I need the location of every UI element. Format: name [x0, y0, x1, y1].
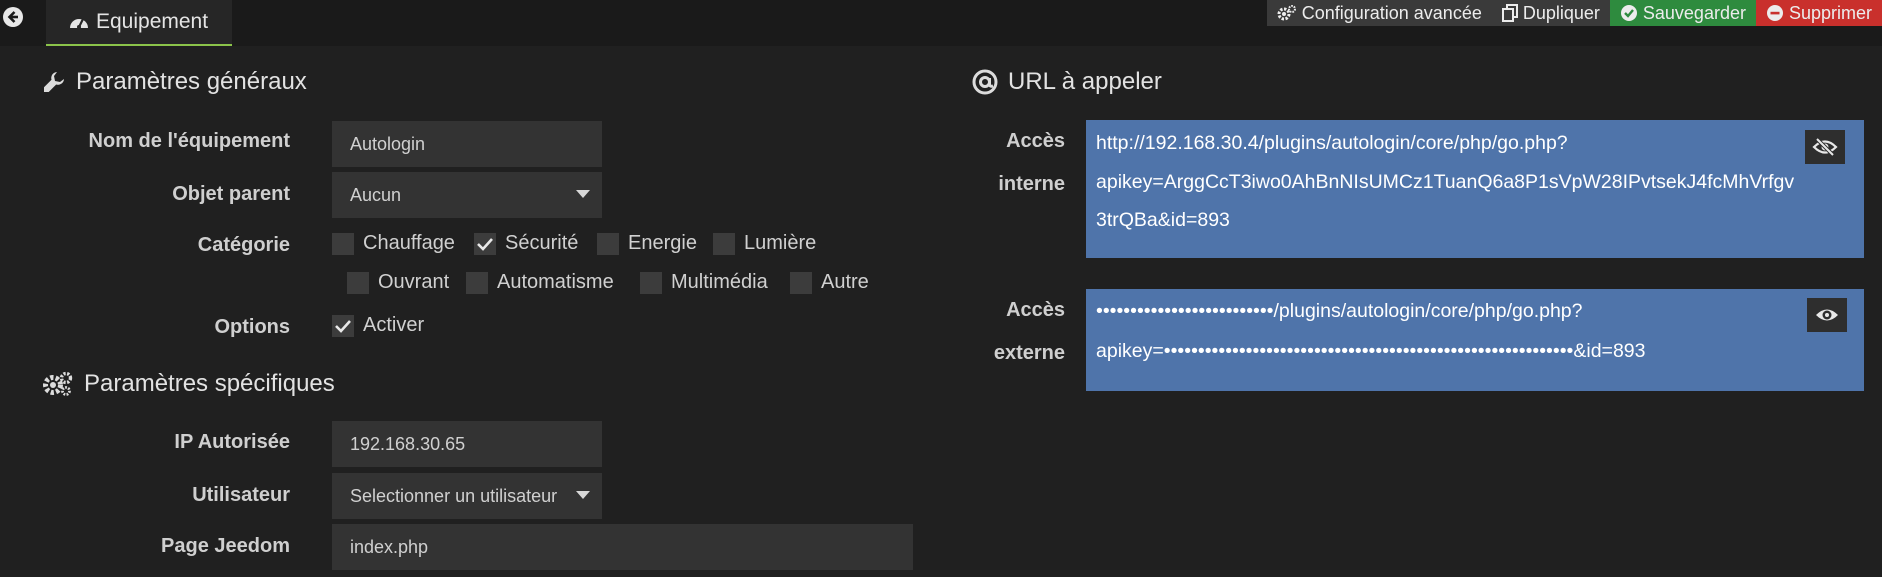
checkbox-box — [597, 232, 619, 255]
category-energie-checkbox[interactable]: Energie — [597, 232, 697, 255]
check-circle-icon — [1620, 5, 1637, 21]
parent-label: Objet parent — [172, 183, 290, 205]
category-automatisme-checkbox[interactable]: Automatisme — [466, 271, 614, 294]
general-section-title: Paramètres généraux — [42, 68, 307, 96]
name-input[interactable]: Autologin — [332, 121, 602, 167]
category-ouvrant-checkbox[interactable]: Ouvrant — [347, 271, 449, 294]
advanced-config-button[interactable]: Configuration avancée — [1266, 0, 1492, 26]
page-label: Page Jeedom — [161, 535, 290, 557]
external-url-line2: apikey=•••••••••••••••••••••••••••••••••… — [1096, 340, 1646, 362]
at-icon — [972, 69, 998, 95]
checkbox-box — [474, 232, 496, 255]
activate-checkbox[interactable]: Activer — [332, 314, 424, 337]
arrow-circle-left-icon — [3, 7, 23, 27]
duplicate-button[interactable]: Dupliquer — [1491, 0, 1610, 26]
page-value: index.php — [350, 536, 429, 557]
checkbox-box — [332, 314, 354, 337]
duplicate-label: Dupliquer — [1522, 2, 1600, 23]
save-button[interactable]: Sauvegarder — [1609, 0, 1756, 26]
checkbox-box — [713, 232, 735, 255]
cogs-icon — [43, 371, 73, 396]
internal-url-line2: apikey=ArggCcT3iwo0AhBnNIsUMCz1TuanQ6a8P… — [1096, 170, 1795, 193]
name-value: Autologin — [350, 133, 426, 154]
category-chauffage-checkbox[interactable]: Chauffage — [332, 232, 455, 255]
ip-label: IP Autorisée — [174, 431, 290, 453]
category-label: Catégorie — [197, 234, 290, 256]
check-icon — [335, 319, 351, 333]
tachometer-icon — [70, 18, 88, 29]
tab-equipement[interactable]: Equipement — [46, 0, 232, 46]
options-label: Options — [214, 316, 290, 338]
wrench-icon — [44, 72, 64, 92]
user-select[interactable]: Selectionner un utilisateur — [332, 473, 602, 519]
caret-down-icon — [576, 491, 590, 499]
external-url-box[interactable]: ••••••••••••••••••••••••••/plugins/autol… — [1086, 289, 1864, 391]
tab-label: Equipement — [96, 10, 209, 33]
internal-url-line1: http://192.168.30.4/plugins/autologin/co… — [1096, 132, 1568, 154]
ip-value: 192.168.30.65 — [350, 433, 466, 454]
user-value: Selectionner un utilisateur — [350, 485, 558, 506]
copy-icon — [1501, 4, 1518, 22]
save-label: Sauvegarder — [1642, 2, 1746, 23]
delete-label: Supprimer — [1788, 2, 1872, 23]
cogs-icon — [1277, 5, 1296, 21]
back-button[interactable] — [0, 4, 26, 30]
checkbox-box — [640, 271, 662, 294]
name-label: Nom de l'équipement — [88, 130, 290, 152]
delete-button[interactable]: Supprimer — [1755, 0, 1882, 26]
category-securite-checkbox[interactable]: Sécurité — [474, 232, 578, 255]
ip-input[interactable]: 192.168.30.65 — [332, 421, 602, 467]
external-access-label: Accès externe — [993, 299, 1065, 364]
specific-section-title: Paramètres spécifiques — [42, 370, 335, 398]
eye-icon — [1816, 309, 1838, 321]
page-input[interactable]: index.php — [332, 524, 913, 570]
action-toolbar: Configuration avancée Dupliquer Sauvegar… — [1266, 0, 1882, 26]
hide-internal-url-button[interactable] — [1805, 130, 1845, 164]
internal-url-line3: 3trQBa&id=893 — [1096, 209, 1230, 231]
url-section-title: URL à appeler — [972, 68, 1162, 96]
eye-slash-icon — [1812, 138, 1838, 156]
category-autre-checkbox[interactable]: Autre — [790, 271, 869, 294]
user-label: Utilisateur — [192, 484, 290, 506]
parent-value: Aucun — [350, 184, 402, 205]
minus-circle-icon — [1766, 5, 1783, 21]
external-url-line1: ••••••••••••••••••••••••••/plugins/autol… — [1096, 300, 1583, 322]
advanced-config-label: Configuration avancée — [1301, 2, 1482, 23]
caret-down-icon — [576, 190, 590, 198]
category-lumiere-checkbox[interactable]: Lumière — [713, 232, 816, 255]
internal-url-box[interactable]: http://192.168.30.4/plugins/autologin/co… — [1086, 120, 1864, 258]
parent-select[interactable]: Aucun — [332, 172, 602, 218]
top-bar: Equipement Configuration avancée Dupliqu… — [0, 0, 1882, 46]
check-icon — [477, 237, 493, 251]
category-multimedia-checkbox[interactable]: Multimédia — [640, 271, 768, 294]
checkbox-box — [347, 271, 369, 294]
internal-access-label: Accès interne — [998, 130, 1065, 195]
checkbox-box — [332, 232, 354, 255]
checkbox-box — [466, 271, 488, 294]
show-external-url-button[interactable] — [1807, 298, 1847, 332]
checkbox-box — [790, 271, 812, 294]
